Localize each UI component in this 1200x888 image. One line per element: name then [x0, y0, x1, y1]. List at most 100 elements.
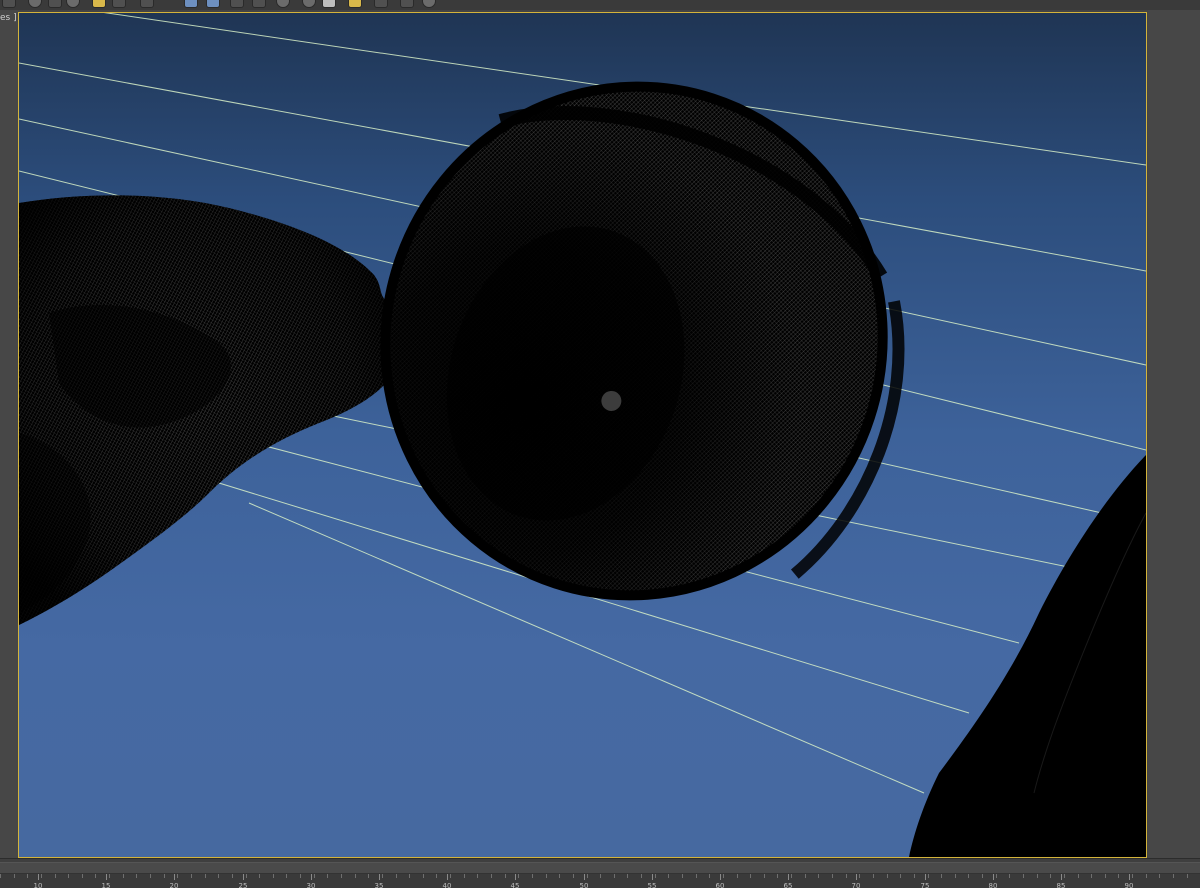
ruler-minor-tick	[423, 874, 424, 878]
graph-editor-icon[interactable]	[374, 0, 388, 8]
ruler-major-tick	[925, 874, 926, 880]
ruler-minor-tick	[396, 874, 397, 878]
timeline-ruler[interactable]: 10 15 20 25 30 35 40 45 50 55 60 65 70 75 80 85 90	[0, 874, 1200, 888]
ruler-minor-tick	[259, 874, 260, 878]
tire-mesh[interactable]	[319, 22, 967, 666]
ruler-minor-tick	[491, 874, 492, 878]
ruler-minor-tick	[232, 874, 233, 878]
material-editor-icon[interactable]	[230, 0, 244, 8]
ruler-minor-tick	[450, 874, 451, 878]
ruler-minor-tick	[177, 874, 178, 878]
link-tool-icon[interactable]	[28, 0, 42, 8]
ruler-minor-tick	[1023, 874, 1024, 878]
ruler-minor-tick	[600, 874, 601, 878]
ruler-minor-tick	[846, 874, 847, 878]
ruler-minor-tick	[1050, 874, 1051, 878]
sphere-icon[interactable]	[302, 0, 316, 8]
ruler-minor-tick	[68, 874, 69, 878]
ruler-minor-tick	[314, 874, 315, 878]
ruler-minor-tick	[1187, 874, 1188, 878]
body-mesh-right[interactable]	[909, 455, 1146, 857]
ruler-minor-tick	[832, 874, 833, 878]
ruler-minor-tick	[1091, 874, 1092, 878]
rock-mesh-left[interactable]	[19, 195, 403, 625]
ruler-minor-tick	[1118, 874, 1119, 878]
ruler-major-tick	[652, 874, 653, 880]
perspective-viewport[interactable]	[18, 12, 1147, 858]
render-icon[interactable]	[252, 0, 266, 8]
ruler-minor-tick	[382, 874, 383, 878]
ruler-major-tick	[447, 874, 448, 880]
ruler-minor-tick	[436, 874, 437, 878]
ruler-minor-tick	[55, 874, 56, 878]
schematic-view-icon[interactable]	[400, 0, 414, 8]
ruler-minor-tick	[0, 874, 1, 878]
ruler-minor-tick	[150, 874, 151, 878]
ruler-tick-label: 55	[647, 882, 657, 888]
time-slider-bar[interactable]	[0, 862, 1200, 874]
ruler-minor-tick	[136, 874, 137, 878]
ruler-minor-tick	[205, 874, 206, 878]
ruler-minor-tick	[1146, 874, 1147, 878]
ruler-minor-tick	[777, 874, 778, 878]
ruler-major-tick	[788, 874, 789, 880]
unlink-tool-icon[interactable]	[48, 0, 62, 8]
ruler-minor-tick	[95, 874, 96, 878]
ruler-tick-label: 15	[101, 882, 111, 888]
camera-icon[interactable]	[112, 0, 126, 8]
ruler-minor-tick	[709, 874, 710, 878]
ruler-minor-tick	[968, 874, 969, 878]
ruler-tick-label: 90	[1124, 882, 1134, 888]
render-frame-icon[interactable]	[184, 0, 198, 8]
ruler-minor-tick	[614, 874, 615, 878]
ruler-tick-label: 25	[238, 882, 248, 888]
ruler-minor-tick	[655, 874, 656, 878]
viewport-scene[interactable]	[19, 13, 1146, 857]
ruler-tick-label: 50	[579, 882, 589, 888]
ruler-minor-tick	[682, 874, 683, 878]
time-slider-track[interactable]: 10 15 20 25 30 35 40 45 50 55 60 65 70 75 80 85 90	[0, 858, 1200, 888]
command-panel-strip	[1148, 10, 1200, 858]
ruler-minor-tick	[1064, 874, 1065, 878]
ruler-minor-tick	[1173, 874, 1174, 878]
scene-explorer-icon[interactable]	[322, 0, 336, 8]
teapot-icon[interactable]	[276, 0, 290, 8]
ruler-minor-tick	[887, 874, 888, 878]
ruler-minor-tick	[1132, 874, 1133, 878]
bind-tool-icon[interactable]	[66, 0, 80, 8]
ruler-major-tick	[1129, 874, 1130, 880]
ruler-minor-tick	[941, 874, 942, 878]
ruler-minor-tick	[818, 874, 819, 878]
ruler-tick-label: 20	[169, 882, 179, 888]
ruler-minor-tick	[505, 874, 506, 878]
layer-manager-icon[interactable]	[348, 0, 362, 8]
ruler-minor-tick	[109, 874, 110, 878]
ruler-minor-tick	[218, 874, 219, 878]
ruler-minor-tick	[300, 874, 301, 878]
select-tool-icon[interactable]	[2, 0, 16, 8]
ruler-minor-tick	[1009, 874, 1010, 878]
ruler-major-tick	[38, 874, 39, 880]
ruler-minor-tick	[723, 874, 724, 878]
ruler-major-tick	[584, 874, 585, 880]
ruler-minor-tick	[14, 874, 15, 878]
ruler-minor-tick	[996, 874, 997, 878]
sun-light-icon[interactable]	[92, 0, 106, 8]
render-setup-icon[interactable]	[206, 0, 220, 8]
ruler-minor-tick	[1105, 874, 1106, 878]
move-tool-icon[interactable]	[140, 0, 154, 8]
left-panel-strip	[0, 10, 18, 858]
ruler-minor-tick	[41, 874, 42, 878]
ruler-tick-label: 65	[783, 882, 793, 888]
ruler-minor-tick	[982, 874, 983, 878]
ruler-minor-tick	[627, 874, 628, 878]
ruler-minor-tick	[546, 874, 547, 878]
help-icon[interactable]	[422, 0, 436, 8]
ruler-minor-tick	[191, 874, 192, 878]
ruler-minor-tick	[246, 874, 247, 878]
ruler-minor-tick	[668, 874, 669, 878]
viewport-label[interactable]: es ]	[0, 12, 17, 24]
ruler-minor-tick	[900, 874, 901, 878]
ruler-minor-tick	[859, 874, 860, 878]
ruler-minor-tick	[764, 874, 765, 878]
